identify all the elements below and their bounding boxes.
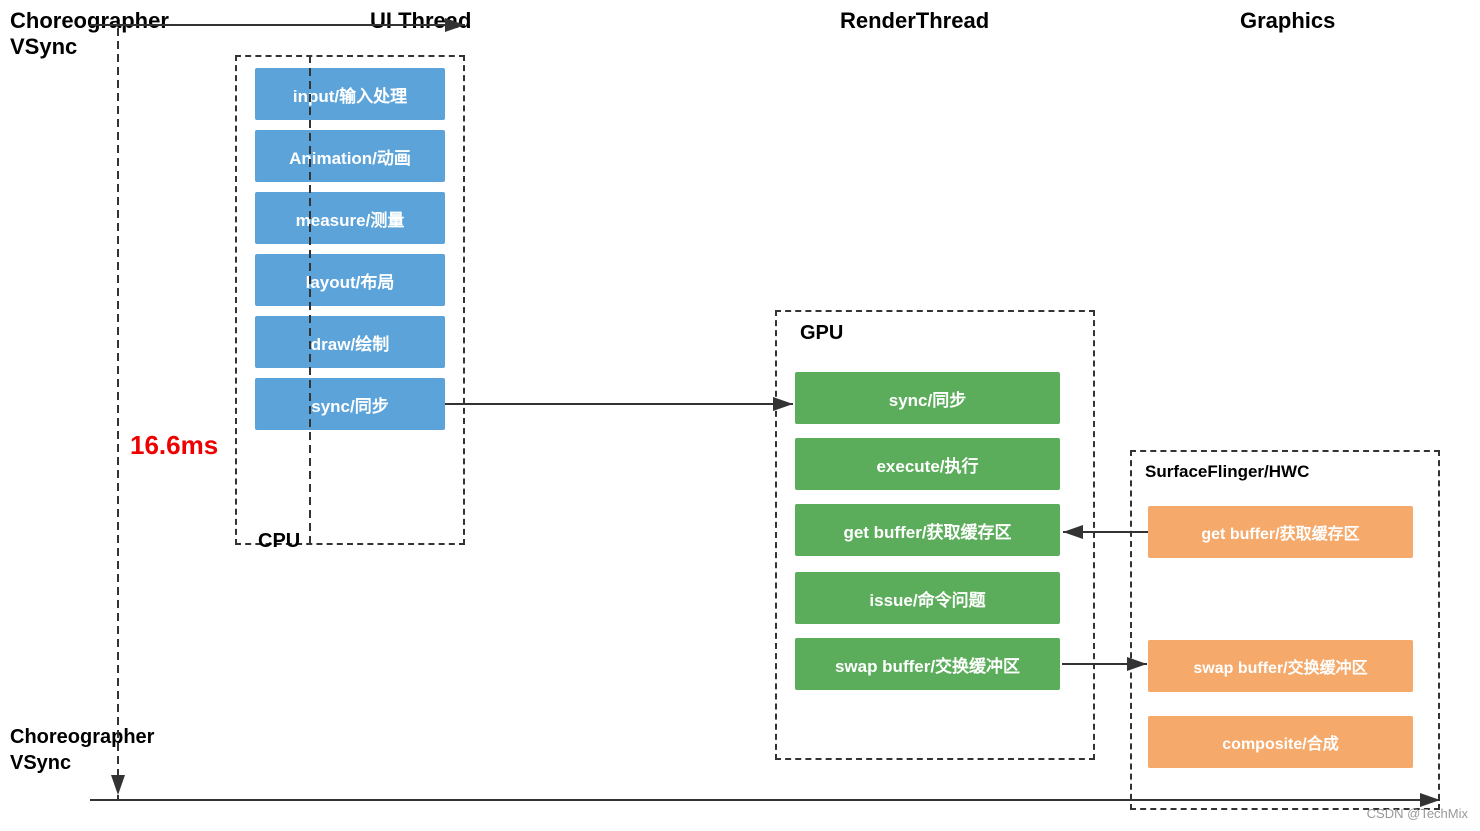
cpu-block-measure: measure/测量	[255, 192, 445, 244]
cpu-block-draw: draw/绘制	[255, 316, 445, 368]
gpu-label: GPU	[800, 322, 843, 345]
gpu-block-issue: issue/命令问题	[795, 572, 1060, 624]
gpu-block-sync: sync/同步	[795, 372, 1060, 424]
choreographer-vsync-header: ChoreographerVSync	[10, 8, 169, 60]
sf-block-swapbuffer: swap buffer/交换缓冲区	[1148, 640, 1413, 692]
choreographer-vsync-bottom: ChoreographerVSync	[10, 724, 154, 776]
cpu-block-animation: Animation/动画	[255, 130, 445, 182]
sf-block-composite: composite/合成	[1148, 716, 1413, 768]
sf-label: SurfaceFlinger/HWC	[1145, 462, 1309, 482]
render-thread-header: RenderThread	[840, 8, 989, 34]
timing-label: 16.6ms	[130, 430, 218, 461]
watermark: CSDN @TechMix	[1367, 806, 1468, 821]
cpu-block-input: input/输入处理	[255, 68, 445, 120]
cpu-label: CPU	[258, 530, 300, 553]
gpu-block-execute: execute/执行	[795, 438, 1060, 490]
sf-block-getbuffer: get buffer/获取缓存区	[1148, 506, 1413, 558]
cpu-block-sync: sync/同步	[255, 378, 445, 430]
cpu-block-layout: layout/布局	[255, 254, 445, 306]
gpu-block-getbuffer: get buffer/获取缓存区	[795, 504, 1060, 556]
graphics-header: Graphics	[1240, 8, 1335, 34]
diagram-container: ChoreographerVSync UI Thread RenderThrea…	[0, 0, 1480, 831]
gpu-block-swapbuffer: swap buffer/交换缓冲区	[795, 638, 1060, 690]
ui-thread-header: UI Thread	[370, 8, 471, 34]
